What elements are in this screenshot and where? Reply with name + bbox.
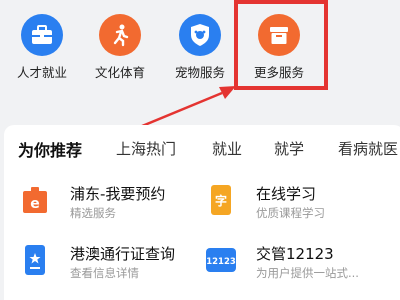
- item-subtitle: 为用户提供一站式...: [256, 266, 359, 280]
- item-title: 交管12123: [256, 245, 334, 263]
- highlight-box: [234, 0, 328, 90]
- study-phone-icon: 字: [204, 183, 238, 217]
- service-talent-employment[interactable]: 人才就业: [0, 14, 84, 81]
- recommend-card: 为你推荐 上海热门 就业 就学 看病就医 e 浦东-我要预约 精选服务 字 在线…: [4, 125, 400, 300]
- service-item-hk-macau-pass[interactable]: 港澳通行证查询 查看信息详情: [18, 241, 208, 291]
- briefcase-icon: [21, 14, 63, 56]
- pass-card-icon: [18, 243, 52, 277]
- service-item-traffic-12123[interactable]: 12123 交管12123 为用户提供一站式...: [204, 241, 394, 291]
- service-label: 文化体育: [94, 65, 145, 80]
- item-subtitle: 查看信息详情: [70, 266, 139, 280]
- item-title: 在线学习: [256, 185, 317, 203]
- service-item-online-learning[interactable]: 字 在线学习 优质课程学习: [204, 181, 394, 231]
- tab-for-you[interactable]: 为你推荐: [18, 137, 82, 161]
- pet-shield-icon: [179, 14, 221, 56]
- service-item-pudong-booking[interactable]: e 浦东-我要预约 精选服务: [18, 181, 208, 231]
- item-title: 浦东-我要预约: [70, 185, 166, 203]
- svg-text:e: e: [30, 196, 40, 212]
- item-title: 港澳通行证查询: [70, 245, 176, 263]
- svg-text:字: 字: [215, 193, 227, 208]
- tab-employment[interactable]: 就业: [212, 138, 242, 159]
- running-person-icon: [99, 14, 141, 56]
- service-pet[interactable]: 宠物服务: [158, 14, 242, 81]
- tab-medical[interactable]: 看病就医: [338, 138, 398, 159]
- service-culture-sports[interactable]: 文化体育: [78, 14, 162, 81]
- service-grid: 人才就业 文化体育 宠物服务 更多服务: [0, 0, 400, 110]
- tab-education[interactable]: 就学: [274, 138, 304, 159]
- service-label: 人才就业: [16, 65, 67, 80]
- icon-text: 12123: [206, 257, 236, 267]
- tab-shanghai-hot[interactable]: 上海热门: [116, 138, 176, 159]
- item-subtitle: 精选服务: [70, 206, 116, 220]
- item-subtitle: 优质课程学习: [256, 206, 325, 220]
- traffic-12123-icon: 12123: [204, 243, 238, 277]
- calendar-e-icon: e: [18, 183, 52, 217]
- service-label: 宠物服务: [174, 65, 225, 80]
